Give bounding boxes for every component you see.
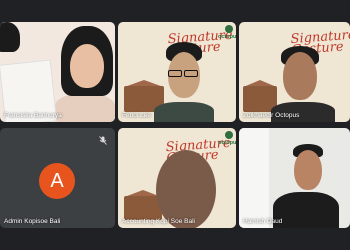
participant-name: Fransiska Barinurya xyxy=(4,112,62,119)
participant-tile-fransiska[interactable]: Fransiska Barinurya xyxy=(0,22,115,122)
octopus-logo-icon: octopus xyxy=(218,25,236,40)
mic-muted-icon xyxy=(99,136,107,145)
glasses xyxy=(184,70,198,77)
octopus-logo-icon: octopus xyxy=(218,131,236,146)
participant-video-fendi xyxy=(154,102,214,122)
second-person-hair xyxy=(0,22,20,52)
participant-hair xyxy=(156,150,216,228)
participant-tile-zulkhaedir[interactable]: Signature Gesture Zulkhaedir Octopus xyxy=(239,22,350,122)
participant-name: Hamish Daud xyxy=(243,218,283,225)
participant-face xyxy=(283,52,317,100)
participant-name: Fendi Lee xyxy=(122,112,151,119)
participant-face xyxy=(70,44,104,88)
participant-name: Accounting Kopi Soe Bali xyxy=(122,218,195,225)
participant-face xyxy=(294,150,322,190)
participant-name: Admin Kopisoe Bali xyxy=(4,218,61,225)
window-light xyxy=(239,128,269,228)
participant-tile-fendi[interactable]: Signature Gesture octopus Fendi Lee xyxy=(118,22,236,122)
participant-tile-hamish[interactable]: Hamish Daud xyxy=(239,128,350,228)
participant-avatar: A xyxy=(39,163,75,199)
participant-tile-admin[interactable]: A Admin Kopisoe Bali xyxy=(0,128,115,228)
participant-name: Zulkhaedir Octopus xyxy=(243,112,300,119)
participant-video-hamish xyxy=(273,192,339,228)
glasses xyxy=(168,70,182,77)
participant-tile-accounting[interactable]: Signature Gesture octopus Accounting Kop… xyxy=(118,128,236,228)
participant-video-fransiska xyxy=(55,94,115,122)
